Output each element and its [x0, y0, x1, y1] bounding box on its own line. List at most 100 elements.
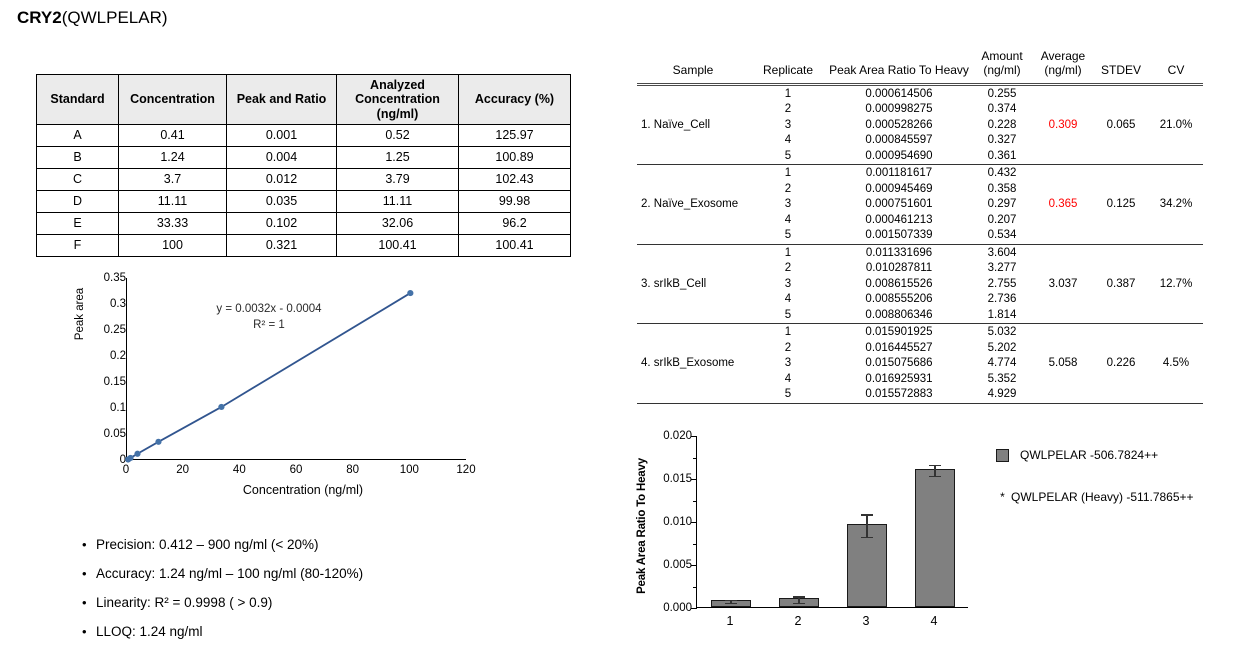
replicate-cell: 1 — [784, 326, 792, 339]
error-bar-cap-upper — [861, 514, 873, 516]
analyzed-concentration-cell: 32.06 — [336, 212, 459, 236]
column-header-stdev: STDEV — [1093, 48, 1149, 86]
bar-x-tick-label: 1 — [726, 614, 734, 628]
bar-x-tick-label: 2 — [794, 614, 802, 628]
bullet-dot-icon: • — [82, 565, 87, 581]
replicate-cell: 4 — [784, 213, 792, 226]
error-bar-cap-upper — [793, 596, 805, 598]
bar-plot-area — [691, 436, 968, 609]
replicate-cell: 3 — [784, 277, 792, 290]
amount-cell: 4.929 — [987, 388, 1017, 401]
peak-ratio-cell: 0.035 — [226, 190, 337, 214]
replicate-cell: 2 — [784, 341, 792, 354]
peak-area-ratio-cell: 0.015075686 — [865, 357, 933, 370]
column-header-sample: Sample — [637, 48, 749, 86]
amount-cell: 0.255 — [987, 87, 1017, 100]
calibration-y-tick-label: 0.05 — [103, 428, 126, 440]
amount-cell: 5.032 — [987, 326, 1017, 339]
accuracy-cell: 99.98 — [458, 190, 571, 214]
table-row: 4. srIkB_Exosome 1 0.015901925 5.032 5.058 0.… — [637, 324, 1203, 369]
calibration-y-tick-label: 0.3 — [110, 298, 126, 310]
column-header-standard: Standard — [36, 73, 119, 126]
cv-cell: 12.7% — [1159, 277, 1193, 290]
column-header-average: Average (ng/ml) — [1033, 48, 1093, 86]
calibration-data-point — [218, 403, 225, 411]
amount-cell: 0.228 — [987, 118, 1017, 131]
accuracy-cell: 100.41 — [458, 234, 571, 258]
list-item: • LLOQ: 1.24 ng/ml — [82, 624, 512, 640]
table-row: E 33.33 0.102 32.06 96.2 — [36, 212, 571, 236]
stdev-cell: 0.065 — [1106, 118, 1136, 131]
calibration-line — [127, 292, 411, 461]
table-row: D 11.11 0.035 11.11 99.98 — [36, 190, 571, 214]
analyzed-concentration-cell: 11.11 — [336, 190, 459, 214]
table-row: C 3.7 0.012 3.79 102.43 — [36, 168, 571, 192]
cv-cell: 21.0% — [1159, 118, 1193, 131]
sample-group: 1. Naïve_Cell 1 0.000614506 0.255 0.309 0.065… — [637, 86, 1203, 165]
peak-area-ratio-cell: 0.000614506 — [865, 87, 933, 100]
sample-group: 2. Naïve_Exosome 1 0.001181617 0.432 0.365 0.… — [637, 165, 1203, 245]
cv-cell: 4.5% — [1162, 357, 1190, 370]
column-header-accuracy: Accuracy (%) — [458, 73, 571, 126]
amount-cell: 2.755 — [987, 277, 1017, 290]
bar-y-tick-mark — [691, 522, 697, 523]
stdev-cell: 0.387 — [1106, 277, 1136, 290]
list-item-label: Linearity: R² = 0.9998 ( > 0.9) — [96, 594, 273, 610]
bar-y-tick-label: 0.020 — [663, 430, 692, 442]
validation-summary-list: • Precision: 0.412 – 900 ng/ml (< 20%) • Ac… — [82, 537, 512, 653]
peak-ratio-cell: 0.321 — [226, 234, 337, 258]
replicate-cell: 5 — [784, 308, 792, 321]
calibration-data-point — [127, 454, 134, 462]
average-cell: 0.309 — [1048, 118, 1078, 131]
bar — [915, 469, 955, 607]
peak-area-ratio-cell: 0.000954690 — [865, 149, 933, 162]
peak-area-ratio-cell: 0.008806346 — [865, 308, 933, 321]
calibration-x-tick-label: 60 — [289, 464, 303, 476]
peak-area-ratio-cell: 0.000845597 — [865, 134, 933, 147]
peak-area-ratio-cell: 0.008555206 — [865, 293, 933, 306]
bar-y-tick-mark — [691, 608, 697, 609]
column-header-peak-ratio: Peak and Ratio — [226, 73, 337, 126]
concentration-cell: 33.33 — [118, 212, 227, 236]
bullet-dot-icon: • — [82, 537, 87, 552]
standard-cell: B — [36, 146, 119, 170]
column-header-replicate: Replicate — [749, 48, 827, 86]
standard-cell: D — [36, 190, 119, 214]
amount-cell: 0.297 — [987, 198, 1017, 211]
table-row: A 0.41 0.001 0.52 125.97 — [36, 124, 571, 148]
replicate-cell: 2 — [784, 262, 792, 275]
bar-y-minor-tick-mark — [693, 457, 697, 459]
bullet-dot-icon: • — [82, 594, 87, 610]
bar-y-tick-mark — [691, 436, 697, 437]
peak-area-ratio-cell: 0.015901925 — [865, 326, 933, 339]
standard-cell: A — [36, 124, 119, 148]
calibration-data-point — [155, 438, 162, 445]
list-item-label: Precision: 0.412 – 900 ng/ml (< 20%) — [96, 537, 319, 552]
error-bar-cap-lower — [725, 602, 737, 605]
calibration-y-tick-label: 0.1 — [110, 402, 126, 414]
bar-chart-legend: QWLPELAR -506.7824++ * QWLPELAR (Heavy) -5… — [996, 448, 1234, 532]
peak-ratio-cell: 0.102 — [226, 212, 337, 236]
replicate-cell: 3 — [784, 357, 792, 370]
analyzed-concentration-cell: 3.79 — [336, 168, 459, 192]
sample-name-cell: 2. Naïve_Exosome — [641, 198, 739, 211]
peak-area-ratio-cell: 0.011331696 — [865, 246, 933, 259]
bar-y-minor-tick-mark — [693, 543, 697, 545]
replicate-cell: 1 — [784, 167, 792, 180]
amount-cell: 2.736 — [987, 293, 1017, 306]
amount-cell: 0.327 — [987, 134, 1017, 147]
list-item: • Linearity: R² = 0.9998 ( > 0.9) — [82, 594, 512, 611]
legend-label: QWLPELAR (Heavy) -511.7865++ — [1011, 490, 1194, 504]
concentration-cell: 100 — [118, 234, 227, 258]
peak-area-ratio-cell: 0.010287811 — [865, 262, 933, 275]
concentration-cell: 0.41 — [118, 124, 227, 148]
calibration-curve-chart: Peak area y = 0.0032x - 0.0004 R² = 1 00… — [74, 272, 488, 518]
page-title: CRY2(QWLPELAR) — [17, 8, 168, 28]
calibration-x-tick-label: 80 — [346, 464, 360, 476]
error-bar — [866, 514, 868, 537]
standard-curve-table: Standard Concentration Peak and Ratio An… — [36, 73, 571, 258]
accuracy-cell: 100.89 — [458, 146, 571, 170]
peak-area-ratio-cell: 0.000751601 — [865, 198, 933, 211]
stdev-cell: 0.226 — [1106, 357, 1136, 370]
amount-cell: 0.534 — [987, 229, 1017, 242]
